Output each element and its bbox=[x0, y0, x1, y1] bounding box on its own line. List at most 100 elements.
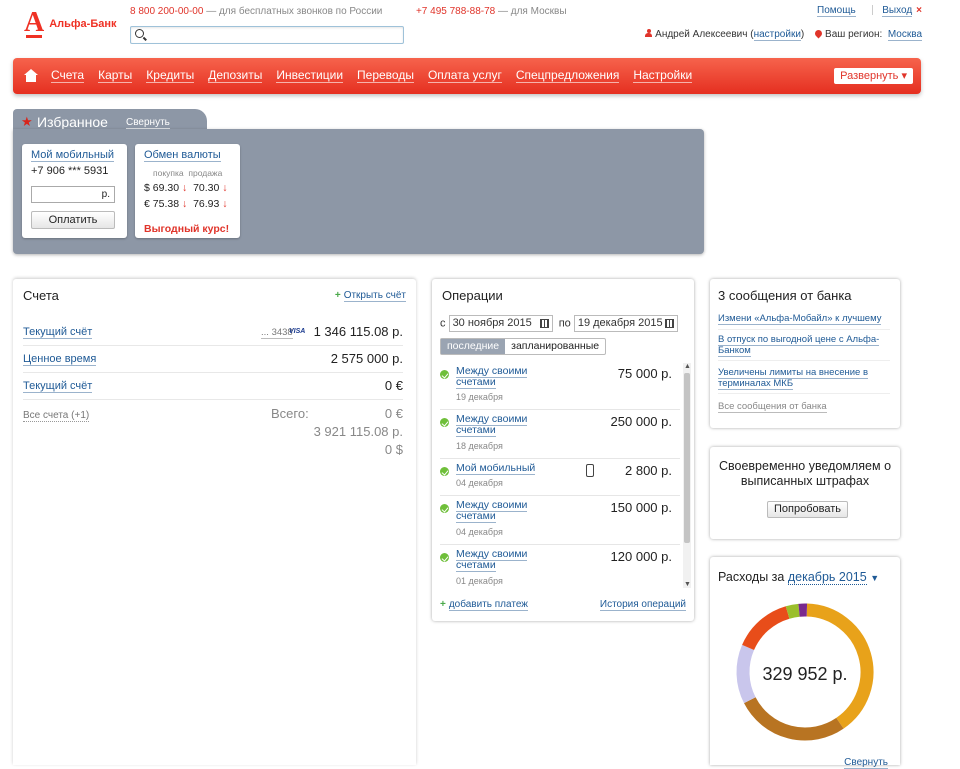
fx-card-title[interactable]: Обмен валюты bbox=[144, 149, 221, 162]
list-item[interactable]: Между своими счетами 19 декабря 75 000 р… bbox=[440, 365, 680, 410]
spending-collapse-link[interactable]: Свернуть bbox=[844, 757, 888, 769]
operation-name[interactable]: Между своими счетами bbox=[456, 549, 536, 571]
open-account-link[interactable]: +Открыть счёт bbox=[335, 290, 406, 301]
pay-button[interactable]: Оплатить bbox=[31, 211, 115, 229]
list-item[interactable]: Между своими счетами 04 декабря 150 000 … bbox=[440, 499, 680, 545]
fx-row-eur: € 75.38 ↓ 76.93 ↓ bbox=[144, 198, 228, 210]
nav-item-transfers[interactable]: Переводы bbox=[357, 68, 414, 83]
region-link[interactable]: Москва bbox=[888, 29, 922, 41]
accounts-panel: Счета +Открыть счёт Текущий счёт ... 343… bbox=[13, 279, 416, 765]
operation-name[interactable]: Между своими счетами bbox=[456, 500, 536, 522]
scroll-up-icon: ▲ bbox=[684, 363, 691, 370]
phone-moscow-note: — для Москвы bbox=[498, 6, 567, 17]
operation-date: 19 декабря bbox=[456, 392, 503, 402]
payment-amount-field[interactable]: р. bbox=[31, 186, 115, 203]
all-accounts-link[interactable]: Все счета (+1) bbox=[23, 410, 89, 422]
calendar-icon bbox=[665, 319, 674, 328]
all-messages-link[interactable]: Все сообщения от банка bbox=[718, 402, 890, 417]
nav-item-offers[interactable]: Спецпредложения bbox=[516, 68, 620, 83]
chevron-down-icon: ▼ bbox=[870, 573, 879, 583]
nav-items: Счета Карты Кредиты Депозиты Инвестиции … bbox=[51, 68, 692, 83]
messages-title: 3 сообщения от банка bbox=[718, 288, 852, 303]
tab-recent[interactable]: последние bbox=[441, 339, 505, 354]
operations-list: Между своими счетами 19 декабря 75 000 р… bbox=[432, 363, 682, 588]
plus-icon: + bbox=[335, 290, 341, 301]
message-item[interactable]: Увеличены лимиты на внесение в терминала… bbox=[718, 368, 890, 394]
user-line: Андрей Алексеевич (настройки) Ваш регион… bbox=[645, 29, 922, 40]
operation-name[interactable]: Между своими счетами bbox=[456, 366, 536, 388]
currency-exchange-card: Обмен валюты покупка продажа $ 69.30 ↓ 7… bbox=[135, 144, 240, 238]
nav-item-accounts[interactable]: Счета bbox=[51, 68, 84, 83]
add-payment-link[interactable]: +добавить платеж bbox=[440, 599, 528, 610]
favorites-title: Избранное bbox=[37, 114, 108, 130]
star-icon: ★ bbox=[21, 114, 33, 130]
account-balance: 2 575 000 р. bbox=[331, 351, 403, 366]
nav-item-settings[interactable]: Настройки bbox=[633, 68, 692, 83]
operation-name[interactable]: Мой мобильный bbox=[456, 463, 536, 474]
donut-segment[interactable] bbox=[748, 612, 788, 647]
alfa-logo-icon: А bbox=[24, 12, 44, 34]
date-from-field[interactable]: 30 ноября 2015 bbox=[449, 315, 553, 332]
list-item[interactable]: Мой мобильный 04 декабря 2 800 р. bbox=[440, 462, 680, 496]
accounts-title: Счета bbox=[23, 288, 59, 303]
donut-segment[interactable] bbox=[750, 700, 840, 734]
operation-date: 04 декабря bbox=[456, 478, 503, 488]
mobile-payment-card: Мой мобильный +7 906 *** 5931 р. Оплатит… bbox=[22, 144, 127, 238]
operations-tabs: последние запланированные bbox=[440, 338, 606, 355]
operations-title: Операции bbox=[442, 288, 503, 303]
main-nav: Счета Карты Кредиты Депозиты Инвестиции … bbox=[13, 58, 921, 94]
nav-item-deposits[interactable]: Депозиты bbox=[208, 68, 262, 83]
operations-history-link[interactable]: История операций bbox=[600, 599, 686, 611]
total-usd: 0 $ bbox=[385, 442, 403, 457]
operation-amount: 2 800 р. bbox=[625, 463, 672, 478]
account-row[interactable]: Текущий счёт 0 € bbox=[23, 373, 403, 400]
nav-item-payments[interactable]: Оплата услуг bbox=[428, 68, 502, 83]
list-item[interactable]: Между своими счетами 01 декабря 120 000 … bbox=[440, 548, 680, 588]
user-icon bbox=[645, 29, 652, 37]
try-button[interactable]: Попробовать bbox=[767, 501, 848, 518]
phone-russia: 8 800 200-00-00 bbox=[130, 6, 203, 17]
location-pin-icon bbox=[814, 29, 824, 39]
search-input[interactable] bbox=[149, 28, 399, 42]
list-item[interactable]: Между своими счетами 18 декабря 250 000 … bbox=[440, 413, 680, 459]
account-row[interactable]: Ценное время 2 575 000 р. bbox=[23, 346, 403, 373]
expand-button[interactable]: Развернуть ▾ bbox=[834, 68, 913, 84]
account-name[interactable]: Ценное время bbox=[23, 353, 96, 366]
fx-row-usd: $ 69.30 ↓ 70.30 ↓ bbox=[144, 182, 228, 194]
account-name[interactable]: Текущий счёт bbox=[23, 326, 92, 339]
check-icon bbox=[440, 418, 449, 427]
donut-segment[interactable] bbox=[788, 610, 799, 612]
account-row[interactable]: Текущий счёт ... 3438 VISA 1 346 115.08 … bbox=[23, 319, 403, 346]
logo-text: Альфа-Банк bbox=[49, 18, 116, 30]
operations-scrollbar[interactable]: ▲ ▼ bbox=[683, 363, 691, 588]
period-selector[interactable]: декабрь 2015 bbox=[788, 570, 867, 585]
message-item[interactable]: Измени «Альфа-Мобайл» к лучшему bbox=[718, 314, 890, 330]
favorites-collapse-link[interactable]: Свернуть bbox=[126, 117, 170, 129]
favorites-panel: Мой мобильный +7 906 *** 5931 р. Оплатит… bbox=[13, 129, 704, 254]
search-box[interactable] bbox=[130, 26, 404, 44]
operation-name[interactable]: Между своими счетами bbox=[456, 414, 536, 436]
nav-item-credits[interactable]: Кредиты bbox=[146, 68, 194, 83]
mobile-phone-icon bbox=[586, 464, 594, 477]
date-to-field[interactable]: 19 декабря 2015 bbox=[574, 315, 678, 332]
account-name[interactable]: Текущий счёт bbox=[23, 380, 92, 393]
total-eur: 0 € bbox=[385, 406, 403, 421]
tab-planned[interactable]: запланированные bbox=[505, 339, 605, 354]
nav-item-cards[interactable]: Карты bbox=[98, 68, 132, 83]
alfa-bank-logo[interactable]: А Альфа-Банк bbox=[24, 12, 117, 34]
mobile-number: +7 906 *** 5931 bbox=[31, 165, 108, 177]
home-icon[interactable] bbox=[24, 69, 38, 82]
scroll-down-icon: ▼ bbox=[684, 581, 691, 588]
phone-russia-note: — для бесплатных звонков по России bbox=[206, 6, 382, 17]
message-item[interactable]: В отпуск по выгодной цене с Альфа-Банком bbox=[718, 335, 890, 361]
nav-item-investments[interactable]: Инвестиции bbox=[276, 68, 343, 83]
mobile-card-title[interactable]: Мой мобильный bbox=[31, 149, 114, 162]
phone-moscow: +7 495 788-88-78 bbox=[416, 6, 495, 17]
close-icon[interactable]: × bbox=[916, 5, 922, 16]
visa-icon: VISA bbox=[289, 328, 305, 335]
settings-link[interactable]: настройки bbox=[754, 29, 801, 41]
messages-panel: 3 сообщения от банка Измени «Альфа-Мобай… bbox=[710, 279, 900, 428]
operation-amount: 120 000 р. bbox=[611, 549, 672, 564]
help-link[interactable]: Помощь bbox=[817, 5, 856, 17]
exit-link[interactable]: Выход bbox=[882, 5, 912, 17]
